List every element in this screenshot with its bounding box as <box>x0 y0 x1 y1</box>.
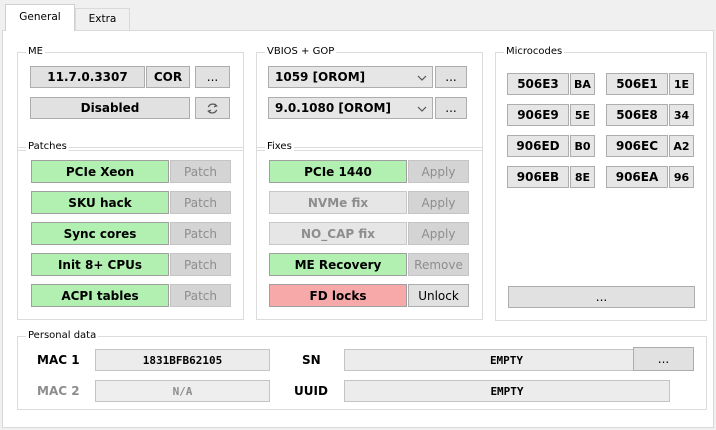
gop-select[interactable]: 9.0.1080 [OROM] <box>268 97 433 119</box>
patch-pcie-xeon-button[interactable]: Patch <box>170 160 231 183</box>
microcode-cpuid: 506E1 <box>606 73 668 95</box>
fix-fd-locks-button[interactable]: Unlock <box>408 284 469 307</box>
chevron-down-icon <box>417 75 427 81</box>
sn-field[interactable]: EMPTY <box>344 349 669 371</box>
mac2-label: MAC 2 <box>37 384 80 398</box>
vbios-select[interactable]: 1059 [OROM] <box>268 66 433 88</box>
tab-general[interactable]: General <box>5 4 75 31</box>
vbios-gop-group-title: VBIOS + GOP <box>265 45 337 59</box>
microcode-platform: 5E <box>570 104 595 126</box>
fix-me-recovery-status: ME Recovery <box>269 253 407 276</box>
microcode-platform: 34 <box>669 104 694 126</box>
microcode-cpuid: 906EC <box>606 135 668 157</box>
me-group: ME 11.7.0.3307 COR ... Disabled <box>17 45 244 151</box>
patch-acpi-tables-status: ACPI tables <box>31 284 169 307</box>
microcode-cpuid: 906ED <box>507 135 569 157</box>
tab-general-label: General <box>19 11 61 23</box>
tab-extra-label: Extra <box>88 13 117 25</box>
patch-acpi-tables-button[interactable]: Patch <box>170 284 231 307</box>
patch-sku-hack-status: SKU hack <box>31 191 169 214</box>
me-group-title: ME <box>26 45 45 59</box>
patch-sync-cores-button[interactable]: Patch <box>170 222 231 245</box>
microcode-cpuid: 906EB <box>507 166 569 188</box>
patch-init-cpus-button[interactable]: Patch <box>170 253 231 276</box>
uuid-field[interactable]: EMPTY <box>344 380 670 402</box>
personal-data-group: Personal data MAC 1 1831BFB62105 SN EMPT… <box>17 329 707 410</box>
chevron-down-icon <box>417 106 427 112</box>
refresh-icon <box>207 102 218 114</box>
me-state: Disabled <box>30 97 190 119</box>
fix-nvme-button[interactable]: Apply <box>408 191 469 214</box>
fixes-group: Fixes PCIe 1440 Apply NVMe fix Apply NO_… <box>256 140 483 320</box>
microcodes-group: Microcodes 506E3 BA 506E1 1E 906E9 5E 50… <box>495 45 707 321</box>
mac2-field[interactable]: N/A <box>95 380 270 402</box>
tab-strip: General Extra <box>0 0 716 31</box>
me-refresh-button[interactable] <box>195 97 230 119</box>
patches-group: Patches PCIe Xeon Patch SKU hack Patch S… <box>17 140 244 320</box>
microcode-platform: 96 <box>669 166 694 188</box>
vbios-gop-group: VBIOS + GOP 1059 [OROM] ... 9.0.1080 [OR… <box>256 45 483 151</box>
mac1-label: MAC 1 <box>37 353 80 367</box>
microcode-platform: A2 <box>669 135 694 157</box>
fix-no-cap-button[interactable]: Apply <box>408 222 469 245</box>
me-sku: COR <box>146 66 190 88</box>
microcode-platform: B0 <box>570 135 595 157</box>
sn-label: SN <box>302 353 321 367</box>
microcodes-group-title: Microcodes <box>504 45 565 59</box>
fix-no-cap-status: NO_CAP fix <box>269 222 407 245</box>
fix-nvme-status: NVMe fix <box>269 191 407 214</box>
microcode-platform: 8E <box>570 166 595 188</box>
vbios-select-value: 1059 [OROM] <box>275 70 366 84</box>
fix-me-recovery-button[interactable]: Remove <box>408 253 469 276</box>
microcode-platform: BA <box>570 73 595 95</box>
me-more-button[interactable]: ... <box>195 66 230 88</box>
patch-sync-cores-status: Sync cores <box>31 222 169 245</box>
microcode-cpuid: 506E8 <box>606 104 668 126</box>
fix-pcie-1440-status: PCIe 1440 <box>269 160 407 183</box>
microcode-cpuid: 906EA <box>606 166 668 188</box>
gop-more-button[interactable]: ... <box>435 97 467 119</box>
patches-group-title: Patches <box>26 140 69 154</box>
fix-pcie-1440-button[interactable]: Apply <box>408 160 469 183</box>
general-panel: ME 11.7.0.3307 COR ... Disabled VBIOS + … <box>2 30 714 428</box>
microcode-cpuid: 906E9 <box>507 104 569 126</box>
patch-pcie-xeon-status: PCIe Xeon <box>31 160 169 183</box>
gop-select-value: 9.0.1080 [OROM] <box>275 101 391 115</box>
personal-more-button[interactable]: ... <box>633 347 694 371</box>
personal-data-group-title: Personal data <box>26 329 99 343</box>
patch-init-cpus-status: Init 8+ CPUs <box>31 253 169 276</box>
fix-fd-locks-status: FD locks <box>269 284 407 307</box>
microcode-cpuid: 506E3 <box>507 73 569 95</box>
uuid-label: UUID <box>294 384 328 398</box>
patch-sku-hack-button[interactable]: Patch <box>170 191 231 214</box>
microcode-platform: 1E <box>669 73 694 95</box>
mac1-field[interactable]: 1831BFB62105 <box>95 349 270 371</box>
fixes-group-title: Fixes <box>265 140 294 154</box>
microcodes-more-button[interactable]: ... <box>508 286 695 308</box>
me-version: 11.7.0.3307 <box>30 66 145 88</box>
vbios-more-button[interactable]: ... <box>435 66 467 88</box>
tab-extra[interactable]: Extra <box>75 8 130 30</box>
